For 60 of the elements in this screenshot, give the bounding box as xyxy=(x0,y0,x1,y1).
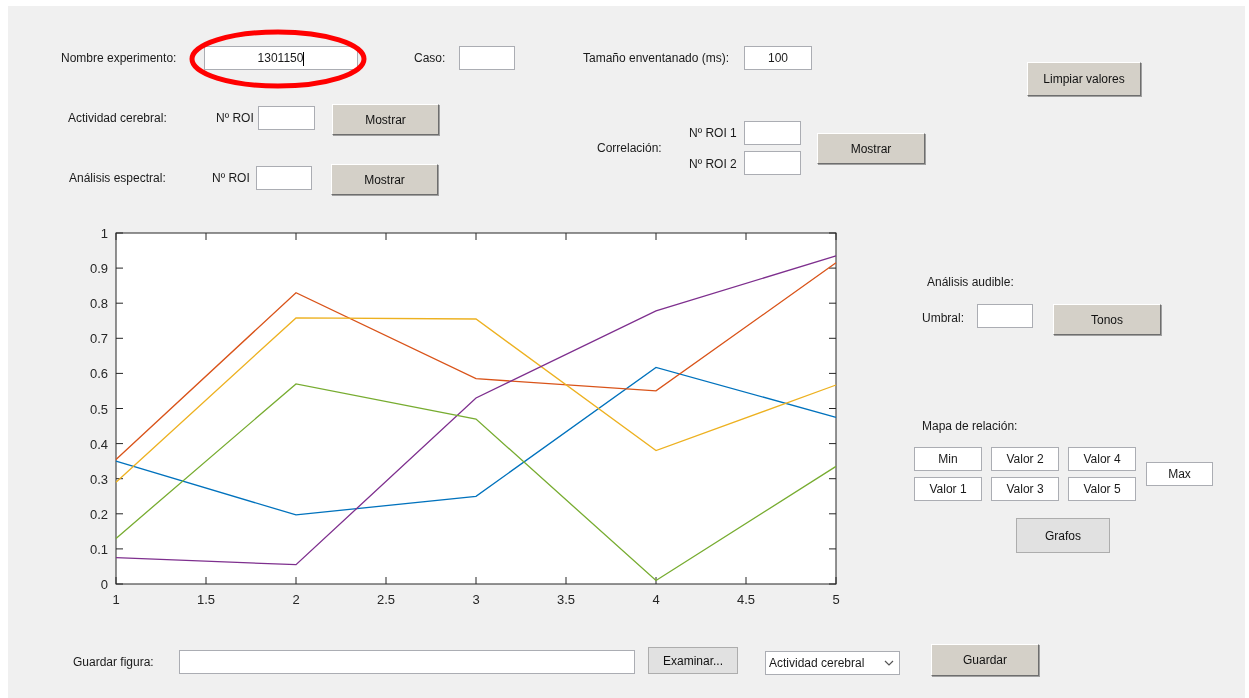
y-tick-label: 0.9 xyxy=(89,261,108,277)
save-figure-label: Guardar figura: xyxy=(73,654,154,670)
roi-field[interactable] xyxy=(256,166,312,190)
file-path-field[interactable] xyxy=(179,650,635,674)
roi-field[interactable] xyxy=(258,106,315,130)
graphs-button[interactable]: Grafos xyxy=(1016,518,1110,553)
value-field[interactable]: Valor 3 xyxy=(991,477,1059,501)
brain-activity-label: Actividad cerebral: xyxy=(68,110,167,126)
plot-type-dropdown[interactable]: Actividad cerebral xyxy=(765,651,900,675)
value-field[interactable]: Valor 4 xyxy=(1068,447,1136,471)
y-tick-label: 0.8 xyxy=(89,296,108,312)
x-tick-label: 4.5 xyxy=(736,592,756,607)
y-tick-label: 0 xyxy=(100,577,108,592)
roi-label: Nº ROI 1 xyxy=(689,125,737,141)
value-field[interactable]: Valor 5 xyxy=(1068,477,1136,501)
audible-analysis-label: Análisis audible: xyxy=(927,274,1014,290)
experiment-label: Nombre experimento: xyxy=(61,50,177,66)
roi-label: Nº ROI xyxy=(212,170,250,186)
roi-label: Nº ROI 2 xyxy=(689,156,737,172)
show-button[interactable]: Mostrar xyxy=(332,104,439,135)
y-tick-label: 0.7 xyxy=(89,331,108,347)
window-size-label: Tamaño enventanado (ms): xyxy=(583,50,730,66)
tones-button[interactable]: Tonos xyxy=(1053,304,1161,335)
y-tick-label: 0.4 xyxy=(89,436,108,452)
y-tick-label: 1 xyxy=(100,226,108,241)
x-tick-label: 3 xyxy=(472,592,480,607)
y-tick-label: 0.6 xyxy=(89,366,108,382)
x-tick-label: 3.5 xyxy=(556,592,576,607)
case-label: Caso: xyxy=(414,50,446,66)
roi-field[interactable] xyxy=(744,121,801,145)
y-tick-label: 0.5 xyxy=(89,401,108,417)
y-tick-label: 0.1 xyxy=(89,541,108,557)
clear-values-button[interactable]: Limpiar valores xyxy=(1027,62,1141,96)
show-button[interactable]: Mostrar xyxy=(331,164,438,195)
y-tick-label: 0.2 xyxy=(89,506,108,522)
roi-label: Nº ROI xyxy=(216,110,254,126)
value-field[interactable]: Valor 2 xyxy=(991,447,1059,471)
x-tick-label: 4 xyxy=(652,592,660,607)
correlation-label: Correlación: xyxy=(597,140,662,156)
window-size-field[interactable]: 100 xyxy=(744,46,812,70)
value-field[interactable]: Max xyxy=(1146,462,1213,486)
case-field[interactable] xyxy=(459,46,515,70)
value-field[interactable]: Valor 1 xyxy=(914,477,982,501)
x-tick-label: 2.5 xyxy=(376,592,396,607)
threshold-label: Umbral: xyxy=(922,310,964,326)
x-tick-label: 1 xyxy=(112,592,120,607)
experiment-field[interactable]: 1301150 xyxy=(204,46,358,70)
browse-button[interactable]: Examinar... xyxy=(648,647,738,674)
x-tick-label: 2 xyxy=(292,592,300,607)
threshold-field[interactable] xyxy=(977,304,1033,328)
spectral-analysis-label: Análisis espectral: xyxy=(69,170,166,186)
chevron-down-icon xyxy=(884,660,894,666)
x-tick-label: 1.5 xyxy=(196,592,216,607)
value-field[interactable]: Min xyxy=(914,447,982,471)
relation-map-label: Mapa de relación: xyxy=(922,418,1018,434)
roi-field[interactable] xyxy=(744,151,801,175)
x-tick-label: 5 xyxy=(832,592,840,607)
y-tick-label: 0.3 xyxy=(89,471,108,487)
show-button[interactable]: Mostrar xyxy=(817,133,925,164)
save-button[interactable]: Guardar xyxy=(931,644,1039,676)
